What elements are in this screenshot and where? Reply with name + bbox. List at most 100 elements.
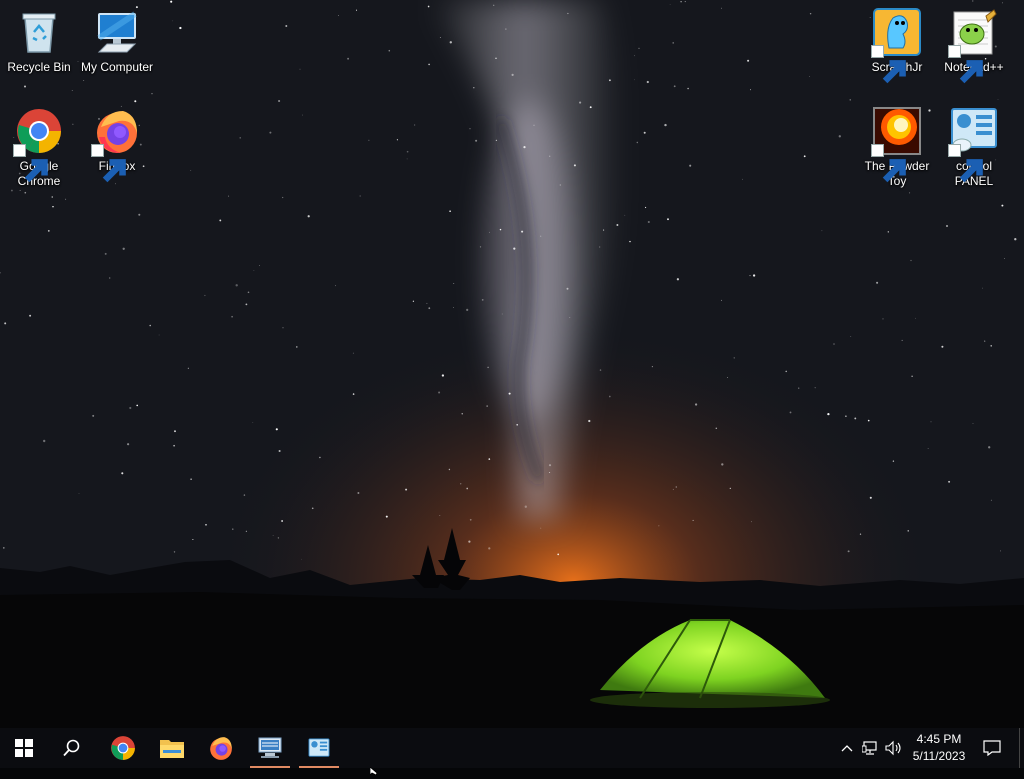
star bbox=[466, 487, 469, 490]
star bbox=[676, 278, 680, 281]
notifications-button[interactable] bbox=[980, 728, 1004, 768]
star bbox=[499, 228, 502, 231]
star bbox=[405, 488, 408, 491]
control-panel-icon bbox=[948, 107, 998, 183]
desktop-icon-google-chrome[interactable]: Google Chrome bbox=[0, 101, 78, 189]
star bbox=[239, 137, 241, 139]
star bbox=[121, 472, 124, 475]
star bbox=[278, 99, 281, 103]
star bbox=[158, 334, 160, 336]
star bbox=[272, 535, 274, 536]
star bbox=[540, 235, 542, 237]
taskbar-firefox-button[interactable] bbox=[197, 728, 245, 768]
star bbox=[277, 537, 280, 539]
star bbox=[694, 403, 698, 406]
clock-date: 5/11/2023 bbox=[912, 749, 966, 763]
star bbox=[468, 540, 471, 543]
desktop-icon-the-powder-toy[interactable]: The Powder Toy bbox=[858, 101, 936, 189]
remote-desktop-icon bbox=[258, 737, 282, 758]
star bbox=[149, 324, 151, 327]
star bbox=[721, 299, 722, 301]
star bbox=[413, 124, 416, 126]
desktop-icon-firefox[interactable]: Firefox bbox=[78, 101, 156, 183]
folder-icon bbox=[160, 740, 184, 758]
star bbox=[501, 313, 503, 315]
taskbar-control-panel-button[interactable] bbox=[295, 728, 343, 768]
star bbox=[352, 352, 354, 354]
arrow-cursor-icon bbox=[369, 766, 378, 776]
star bbox=[827, 412, 830, 416]
star bbox=[335, 285, 337, 287]
start-button[interactable] bbox=[0, 728, 48, 768]
star bbox=[307, 215, 310, 218]
show-hidden-icons-button[interactable] bbox=[836, 728, 858, 768]
star bbox=[129, 406, 132, 410]
star bbox=[984, 340, 986, 342]
volume-button[interactable] bbox=[883, 728, 905, 768]
star bbox=[638, 47, 640, 50]
taskbar-file-explorer-button[interactable] bbox=[148, 728, 196, 768]
star bbox=[798, 387, 800, 389]
star bbox=[495, 139, 498, 142]
star bbox=[511, 73, 514, 76]
star bbox=[359, 195, 361, 197]
search-button[interactable] bbox=[48, 728, 96, 768]
star bbox=[245, 530, 247, 532]
star bbox=[672, 488, 674, 490]
star bbox=[29, 314, 32, 317]
desktop-icon-recycle-bin[interactable]: Recycle Bin bbox=[0, 2, 78, 75]
star bbox=[608, 395, 611, 398]
star bbox=[245, 303, 248, 306]
star bbox=[887, 231, 889, 233]
star bbox=[138, 213, 141, 216]
star bbox=[438, 391, 441, 394]
star bbox=[368, 139, 370, 141]
star bbox=[945, 224, 949, 228]
star bbox=[282, 327, 284, 329]
network-button[interactable] bbox=[860, 728, 882, 768]
star bbox=[388, 49, 391, 52]
chrome-icon bbox=[13, 107, 63, 183]
star bbox=[466, 308, 469, 312]
desktop-icon-control-panel[interactable]: control PANEL bbox=[935, 101, 1013, 189]
star bbox=[109, 277, 111, 279]
star bbox=[850, 336, 852, 337]
star bbox=[235, 284, 238, 287]
star bbox=[990, 345, 992, 347]
taskbar-chrome-button[interactable] bbox=[99, 728, 147, 768]
desktop-icon-my-computer[interactable]: My Computer bbox=[78, 2, 156, 75]
star bbox=[715, 427, 718, 430]
star bbox=[170, 0, 173, 3]
star bbox=[173, 444, 175, 447]
star bbox=[721, 463, 724, 466]
star bbox=[453, 283, 455, 284]
star bbox=[448, 468, 451, 471]
star bbox=[901, 339, 903, 341]
star bbox=[469, 128, 471, 130]
star bbox=[439, 515, 441, 517]
taskbar-remote-app-button[interactable] bbox=[246, 728, 294, 768]
star bbox=[296, 346, 298, 348]
star bbox=[833, 343, 835, 345]
star bbox=[624, 214, 626, 216]
notification-icon bbox=[983, 740, 1001, 756]
star bbox=[838, 135, 841, 138]
clock-button[interactable]: 4:45 PM 5/11/2023 bbox=[907, 728, 971, 768]
shortcut-arrow-icon bbox=[871, 45, 906, 84]
star bbox=[24, 85, 26, 88]
star bbox=[882, 318, 884, 320]
star bbox=[396, 139, 398, 141]
star bbox=[803, 155, 806, 158]
desktop-icon-notepad-plus-plus[interactable]: Notepad++ bbox=[935, 2, 1013, 84]
show-desktop-button[interactable] bbox=[1019, 728, 1024, 768]
star bbox=[557, 553, 560, 556]
star bbox=[355, 9, 358, 11]
star bbox=[876, 281, 879, 284]
star bbox=[406, 150, 409, 153]
desktop-icon-scratchjr[interactable]: ScratchJr bbox=[858, 2, 936, 84]
star bbox=[687, 87, 689, 90]
powder-toy-icon bbox=[871, 107, 921, 183]
star bbox=[269, 131, 272, 134]
mouse-cursor bbox=[369, 760, 380, 779]
star bbox=[1004, 258, 1006, 260]
